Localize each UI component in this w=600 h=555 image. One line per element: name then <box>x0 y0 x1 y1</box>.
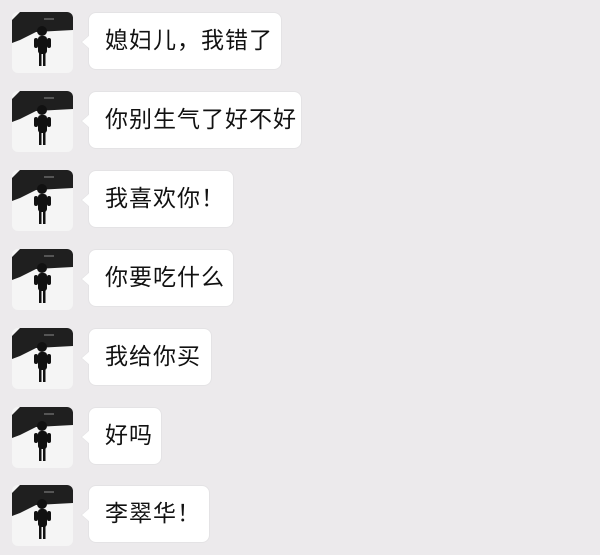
message-row: 你别生气了好不好 <box>0 91 600 157</box>
user-avatar-icon[interactable] <box>12 485 73 546</box>
message-text: 李翠华！ <box>105 500 201 527</box>
message-bubble[interactable]: 你要吃什么 <box>81 249 234 307</box>
message-bubble[interactable]: 我给你买 <box>81 328 212 386</box>
user-avatar-icon[interactable] <box>12 91 73 152</box>
user-avatar-icon[interactable] <box>12 12 73 73</box>
user-avatar-icon[interactable] <box>12 170 73 231</box>
user-avatar-icon[interactable] <box>12 407 73 468</box>
message-text: 我喜欢你！ <box>105 185 225 212</box>
message-row: 你要吃什么 <box>0 249 600 315</box>
user-avatar-icon[interactable] <box>12 328 73 389</box>
message-row: 媳妇儿，我错了 <box>0 12 600 78</box>
chat-message-list: 媳妇儿，我错了 你别生气了好不好 我喜欢你！ 你要吃什么 我给你买 好吗 李翠华… <box>0 0 600 555</box>
message-bubble[interactable]: 李翠华！ <box>81 485 210 543</box>
message-row: 我喜欢你！ <box>0 170 600 236</box>
message-row: 我给你买 <box>0 328 600 394</box>
message-text: 你要吃什么 <box>105 264 225 291</box>
message-text: 好吗 <box>105 422 153 449</box>
message-text: 我给你买 <box>105 343 201 370</box>
message-bubble[interactable]: 我喜欢你！ <box>81 170 234 228</box>
message-bubble[interactable]: 媳妇儿，我错了 <box>81 12 282 70</box>
message-row: 好吗 <box>0 407 600 473</box>
message-text: 媳妇儿，我错了 <box>105 27 273 54</box>
message-bubble[interactable]: 你别生气了好不好 <box>81 91 302 149</box>
user-avatar-icon[interactable] <box>12 249 73 310</box>
message-text: 你别生气了好不好 <box>105 106 297 133</box>
message-row: 李翠华！ <box>0 485 600 551</box>
message-bubble[interactable]: 好吗 <box>81 407 162 465</box>
